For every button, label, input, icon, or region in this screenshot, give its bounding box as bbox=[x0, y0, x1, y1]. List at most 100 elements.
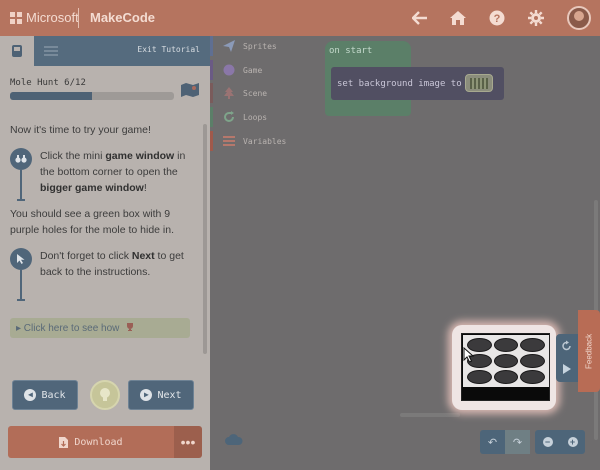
mole-hole bbox=[467, 370, 492, 384]
feedback-label: Feedback bbox=[584, 333, 594, 369]
home-icon[interactable] bbox=[446, 6, 470, 30]
mole-hole bbox=[520, 338, 545, 352]
more-options-button[interactable]: ••• bbox=[174, 426, 202, 458]
toolbox-category-loops[interactable]: Loops bbox=[210, 107, 298, 127]
lightbulb-icon bbox=[100, 388, 110, 401]
mouse-pointer-icon bbox=[463, 347, 475, 363]
undo-icon[interactable]: ↶ bbox=[480, 430, 505, 454]
workspace-horizontal-scrollbar[interactable] bbox=[400, 413, 460, 417]
hint2-text-a: Don't forget to click bbox=[40, 250, 132, 262]
category-label: Variables bbox=[243, 136, 287, 146]
sidebar-tab-bar: Exit Tutorial bbox=[0, 36, 210, 66]
undo-redo-group: ↶ ↷ bbox=[480, 430, 530, 454]
zoom-in-icon: + bbox=[567, 437, 578, 447]
back-arrow-icon[interactable] bbox=[408, 6, 432, 30]
map-icon[interactable] bbox=[180, 82, 200, 98]
mole-hole bbox=[493, 354, 519, 368]
download-button[interactable]: Download bbox=[8, 426, 174, 458]
toolbox-category-sprites[interactable]: Sprites bbox=[210, 36, 298, 56]
gamepad-icon bbox=[12, 45, 22, 57]
redo-icon[interactable]: ↷ bbox=[505, 430, 530, 454]
arrow-right-icon: ▶ bbox=[140, 389, 153, 401]
category-color-bar bbox=[210, 60, 213, 80]
exit-tutorial-button[interactable]: Exit Tutorial bbox=[137, 45, 200, 54]
tree-icon bbox=[223, 87, 235, 99]
sidebar-scrollbar[interactable] bbox=[203, 124, 207, 354]
hint1-keyword-bigger-window: bigger game window bbox=[40, 182, 144, 194]
tutorial-step-title: Mole Hunt 6/12 bbox=[10, 78, 86, 88]
hint-step-game-window: Click the mini game window in the bottom… bbox=[10, 148, 195, 201]
hint2-keyword-next: Next bbox=[131, 250, 155, 262]
toolbox-category-variables[interactable]: Variables bbox=[210, 131, 298, 151]
background-image-picker[interactable] bbox=[465, 74, 493, 92]
tutorial-sidebar: Exit Tutorial Mole Hunt 6/12 Now it's ti… bbox=[0, 36, 210, 470]
on-start-label: on start bbox=[329, 46, 373, 56]
next-button[interactable]: ▶ Next bbox=[128, 380, 194, 410]
on-start-block-foot bbox=[325, 100, 411, 116]
intro-text: Now it's time to try your game! bbox=[10, 124, 151, 136]
progress-fill bbox=[10, 92, 92, 100]
feedback-button[interactable]: Feedback bbox=[578, 310, 600, 392]
binoculars-icon bbox=[10, 148, 32, 170]
category-color-bar bbox=[210, 83, 213, 103]
zoom-out-icon: − bbox=[542, 437, 553, 447]
settings-icon[interactable] bbox=[524, 6, 548, 30]
loop-icon bbox=[223, 111, 235, 123]
hint1-keyword-game-window: game window bbox=[105, 150, 175, 162]
pointer-icon bbox=[10, 248, 32, 270]
category-label: Sprites bbox=[243, 41, 277, 51]
tab-simulator[interactable] bbox=[0, 36, 34, 66]
trophy-icon bbox=[127, 323, 134, 331]
svg-text:?: ? bbox=[494, 13, 501, 25]
restart-icon[interactable] bbox=[561, 340, 573, 352]
zoom-in-button[interactable]: + bbox=[560, 430, 585, 454]
back-button-label: Back bbox=[41, 389, 66, 401]
makecode-editor: Microsoft MakeCode ? Exit Tutorial Mole … bbox=[0, 0, 600, 470]
mole-hole bbox=[520, 354, 545, 368]
paper-plane-icon bbox=[223, 40, 235, 52]
zoom-group: − + bbox=[535, 430, 585, 454]
image-thumbnail-icon bbox=[470, 77, 488, 89]
tutorial-content: Now it's time to try your game! Click th… bbox=[10, 122, 195, 306]
tutorial-progress-bar bbox=[10, 92, 174, 100]
next-button-label: Next bbox=[157, 389, 182, 401]
game-screen bbox=[463, 335, 549, 387]
brand-label: Microsoft bbox=[26, 10, 79, 25]
category-label: Scene bbox=[243, 88, 268, 98]
hint-step-next: Don't forget to click Next to get back t… bbox=[10, 248, 195, 301]
play-icon[interactable] bbox=[562, 363, 572, 375]
zoom-out-button[interactable]: − bbox=[535, 430, 560, 454]
category-label: Game bbox=[243, 65, 263, 75]
brand-divider bbox=[78, 8, 79, 28]
toolbox-category-game[interactable]: Game bbox=[210, 60, 298, 80]
list-icon bbox=[223, 135, 235, 147]
hint-stem bbox=[17, 270, 25, 301]
hint1-text-e: ! bbox=[143, 182, 147, 194]
block-toolbox: Sprites Game Scene Loops Variables bbox=[210, 36, 298, 156]
download-label: Download bbox=[74, 436, 123, 448]
mole-hole bbox=[493, 370, 519, 384]
cloud-save-icon[interactable] bbox=[224, 434, 244, 446]
list-lines-icon bbox=[44, 46, 58, 56]
mole-hole bbox=[520, 370, 545, 384]
help-icon[interactable]: ? bbox=[485, 6, 509, 30]
toolbox-category-scene[interactable]: Scene bbox=[210, 83, 298, 103]
simulator-controls bbox=[556, 334, 578, 382]
more-options-label: ••• bbox=[180, 434, 196, 450]
hint-lightbulb-button[interactable] bbox=[90, 380, 120, 410]
tab-tutorial[interactable] bbox=[34, 36, 68, 66]
set-background-label: set background image to bbox=[337, 79, 462, 89]
show-how-expander[interactable]: ▸ Click here to see how bbox=[10, 318, 190, 338]
microsoft-logo-icon bbox=[10, 12, 22, 24]
mole-hole bbox=[493, 338, 519, 352]
on-start-block[interactable]: on start bbox=[325, 41, 411, 67]
category-color-bar bbox=[210, 36, 213, 56]
category-color-bar bbox=[210, 131, 213, 151]
hint1-text-a: Click the mini bbox=[40, 150, 106, 162]
top-header-bar: Microsoft MakeCode ? bbox=[0, 0, 600, 36]
back-button[interactable]: ◀ Back bbox=[12, 380, 78, 410]
game-circle-icon bbox=[223, 64, 235, 76]
product-name[interactable]: MakeCode bbox=[90, 10, 155, 25]
user-avatar[interactable] bbox=[567, 6, 591, 30]
mini-game-window[interactable] bbox=[461, 333, 550, 401]
